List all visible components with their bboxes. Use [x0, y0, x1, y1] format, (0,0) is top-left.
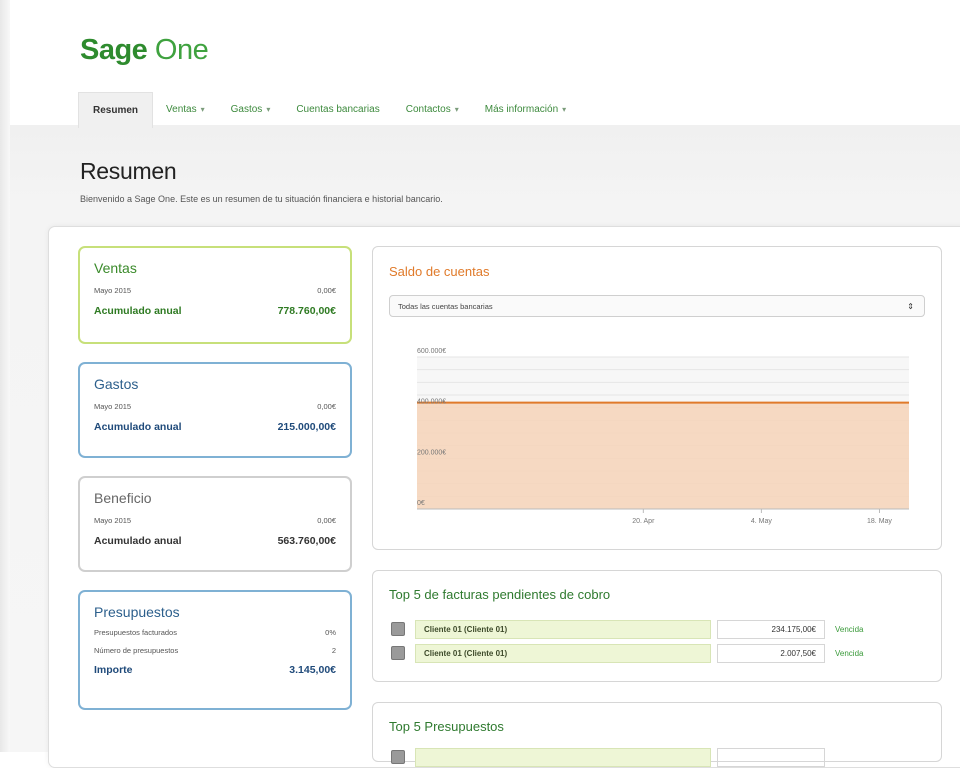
card-period-row: Mayo 2015 0,00€ — [94, 516, 336, 525]
y-tick-label: 200.000€ — [417, 449, 446, 456]
row-value: 2 — [331, 646, 336, 655]
y-tick-label: 0€ — [417, 500, 425, 507]
y-tick-label: 400.000€ — [417, 399, 446, 406]
presupuestos-card[interactable]: Presupuestos Presupuestos facturados 0% … — [78, 590, 352, 710]
chevron-down-icon: ▾ — [454, 105, 459, 114]
tab-label: Gastos — [230, 104, 263, 115]
total-label: Importe — [94, 664, 133, 676]
total-label: Acumulado anual — [94, 535, 182, 547]
presupuestos-facturados-row: Presupuestos facturados 0% — [94, 628, 336, 637]
invoice-amount: 2.007,50€ — [717, 643, 825, 663]
card-title: Gastos — [94, 376, 139, 392]
tab-ventas[interactable]: Ventas ▾ — [153, 92, 218, 128]
tab-label: Contactos — [405, 104, 451, 115]
tab-label: Resumen — [93, 105, 139, 116]
period-label: Mayo 2015 — [94, 286, 132, 295]
chevron-down-icon: ▾ — [200, 105, 205, 114]
card-total-row: Acumulado anual 778.760,00€ — [94, 305, 336, 317]
main-nav: Resumen Ventas ▾ Gastos ▾ Cuentas bancaria… — [78, 92, 579, 128]
chevron-down-icon: ▾ — [562, 105, 567, 114]
beneficio-card[interactable]: Beneficio Mayo 2015 0,00€ Acumulado anua… — [78, 476, 352, 572]
period-value: 0,00€ — [317, 516, 336, 525]
tab-contactos[interactable]: Contactos ▾ — [393, 92, 472, 128]
invoice-amount: 234.175,00€ — [717, 619, 825, 639]
gastos-card[interactable]: Gastos Mayo 2015 0,00€ Acumulado anual 2… — [78, 362, 352, 458]
total-value: 778.760,00€ — [277, 305, 336, 317]
tab-gastos[interactable]: Gastos ▾ — [218, 92, 284, 128]
numero-presupuestos-row: Número de presupuestos 2 — [94, 646, 336, 655]
row-label: Número de presupuestos — [94, 646, 179, 655]
account-select[interactable]: Todas las cuentas bancarias ⇕ — [389, 295, 925, 317]
card-title: Beneficio — [94, 490, 152, 506]
total-value: 563.760,00€ — [277, 535, 336, 547]
select-value: Todas las cuentas bancarias — [398, 302, 493, 311]
sage-one-logo[interactable]: Sage One — [80, 34, 209, 67]
select-arrow-icon: ⇕ — [907, 302, 914, 311]
period-label: Mayo 2015 — [94, 516, 132, 525]
invoice-client[interactable]: Cliente 01 (Cliente 01) — [415, 619, 711, 639]
card-total-row: Importe 3.145,00€ — [94, 664, 336, 676]
saldo-chart: 0€ 200.000€ 400.000€ 600.000€ 20. Apr 4. May 1… — [417, 348, 909, 525]
card-period-row: Mayo 2015 0,00€ — [94, 286, 336, 295]
invoice-status: Vencida — [835, 624, 864, 634]
tab-label: Cuentas bancarias — [296, 104, 380, 115]
left-rail — [0, 0, 10, 752]
logo-one-text: One — [154, 34, 209, 66]
panel-title: Top 5 de facturas pendientes de cobro — [389, 587, 611, 602]
x-tick-label: 4. May — [751, 518, 773, 525]
tab-label: Ventas — [166, 104, 197, 115]
x-tick-label: 20. Apr — [632, 518, 655, 525]
page-title: Resumen — [80, 158, 177, 184]
page-subtitle: Bienvenido a Sage One. Este es un resume… — [80, 194, 443, 204]
y-tick-label: 600.000€ — [417, 348, 446, 355]
tab-cuentas-bancarias[interactable]: Cuentas bancarias — [283, 92, 392, 128]
total-label: Acumulado anual — [94, 305, 182, 317]
tab-label: Más información — [484, 104, 559, 115]
presupuesto-client[interactable] — [415, 747, 711, 767]
presupuesto-amount — [717, 747, 825, 767]
presupuesto-row[interactable] — [391, 747, 825, 767]
chevron-down-icon: ▾ — [266, 105, 271, 114]
card-total-row: Acumulado anual 215.000,00€ — [94, 421, 336, 433]
card-title: Ventas — [94, 260, 137, 276]
invoice-row[interactable]: Cliente 01 (Cliente 01) 234.175,00€ Venc… — [391, 619, 863, 639]
panel-title: Top 5 Presupuestos — [389, 719, 504, 734]
total-value: 3.145,00€ — [289, 664, 336, 676]
tab-resumen[interactable]: Resumen — [78, 92, 154, 128]
tab-mas-informacion[interactable]: Más información ▾ — [472, 92, 579, 128]
invoice-icon[interactable] — [391, 646, 405, 660]
series-area — [417, 402, 909, 509]
invoice-status: Vencida — [835, 648, 864, 658]
invoice-icon[interactable] — [391, 622, 405, 636]
ventas-card[interactable]: Ventas Mayo 2015 0,00€ Acumulado anual 7… — [78, 246, 352, 344]
logo-sage-text: Sage — [80, 34, 148, 66]
panel-title: Saldo de cuentas — [389, 264, 490, 279]
period-value: 0,00€ — [317, 286, 336, 295]
presupuesto-icon[interactable] — [391, 750, 405, 764]
card-total-row: Acumulado anual 563.760,00€ — [94, 535, 336, 547]
top-presupuestos-panel: Top 5 Presupuestos — [372, 702, 942, 767]
invoice-row[interactable]: Cliente 01 (Cliente 01) 2.007,50€ Vencid… — [391, 643, 863, 663]
row-value: 0% — [325, 628, 336, 637]
x-tick-label: 18. May — [867, 518, 892, 525]
period-value: 0,00€ — [317, 402, 336, 411]
saldo-de-cuentas-panel: 0€ 200.000€ 400.000€ 600.000€ 20. Apr 4. May 1… — [372, 246, 942, 550]
total-label: Acumulado anual — [94, 421, 182, 433]
period-label: Mayo 2015 — [94, 402, 132, 411]
card-title: Presupuestos — [94, 604, 180, 620]
card-period-row: Mayo 2015 0,00€ — [94, 402, 336, 411]
total-value: 215.000,00€ — [277, 421, 336, 433]
invoice-client[interactable]: Cliente 01 (Cliente 01) — [415, 643, 711, 663]
top-facturas-panel: Top 5 de facturas pendientes de cobro Cl… — [372, 570, 942, 682]
row-label: Presupuestos facturados — [94, 628, 177, 637]
